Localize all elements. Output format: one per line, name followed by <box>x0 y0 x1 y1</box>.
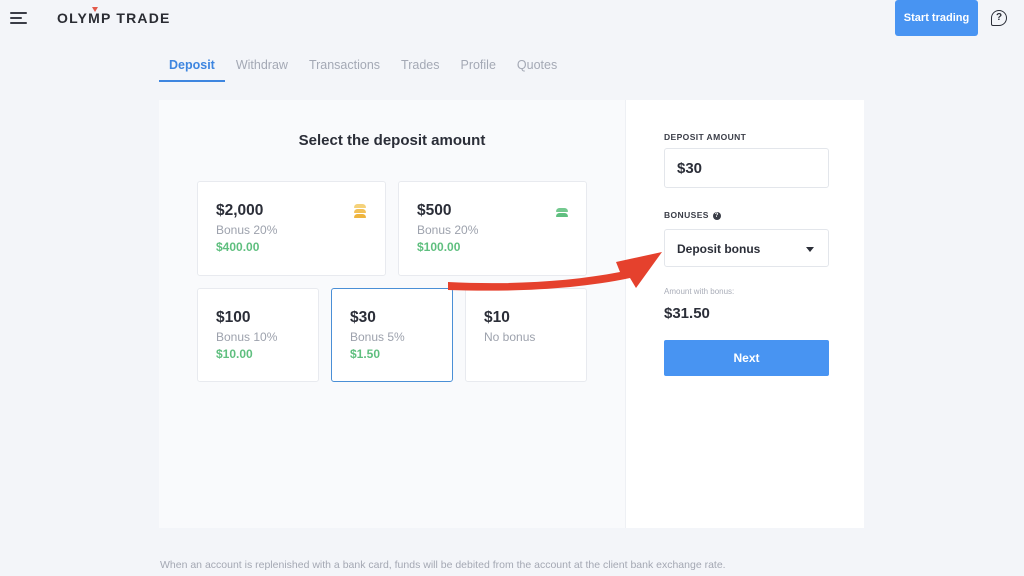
green-rank-icon <box>556 208 570 218</box>
amount-selection-panel: Select the deposit amount $2,000 Bonus 2… <box>159 100 625 528</box>
amount-option-500[interactable]: $500 Bonus 20% $100.00 <box>398 181 587 276</box>
amount-option-2000[interactable]: $2,000 Bonus 20% $400.00 <box>197 181 386 276</box>
bonus-value: $400.00 <box>216 240 260 254</box>
next-button[interactable]: Next <box>664 340 829 376</box>
logo-text-part: P TRADE <box>100 10 171 26</box>
logo-text-part: M <box>88 10 101 26</box>
deposit-summary-panel: DEPOSIT AMOUNT BONUSES? Deposit bonus Am… <box>625 100 864 528</box>
bonus-selected-value: Deposit bonus <box>677 242 761 256</box>
amount-value: $30 <box>350 309 376 326</box>
tab-deposit[interactable]: Deposit <box>159 56 225 82</box>
tab-profile[interactable]: Profile <box>450 56 505 82</box>
bonuses-label-text: BONUSES <box>664 210 709 220</box>
bonus-percent: Bonus 20% <box>216 223 278 237</box>
bonus-value: $100.00 <box>417 240 461 254</box>
hamburger-menu-icon[interactable] <box>10 12 28 26</box>
bonus-select[interactable]: Deposit bonus <box>664 229 829 267</box>
bonuses-label: BONUSES? <box>664 210 721 220</box>
caret-down-icon <box>806 247 814 252</box>
bonus-value: $10.00 <box>216 347 253 361</box>
olymp-trade-logo[interactable]: OLYMP TRADE <box>57 10 171 26</box>
amount-option-30-selected[interactable]: $30 Bonus 5% $1.50 <box>331 288 453 382</box>
logo-text-part: OLY <box>57 10 89 26</box>
amount-value: $10 <box>484 309 510 326</box>
amount-option-10[interactable]: $10 No bonus <box>465 288 587 382</box>
bonus-percent: Bonus 20% <box>417 223 479 237</box>
bonus-percent: Bonus 5% <box>350 330 405 344</box>
amount-value: $500 <box>417 202 452 219</box>
amount-with-bonus-value: $31.50 <box>664 305 710 322</box>
gold-rank-icon <box>354 204 368 219</box>
amount-option-100[interactable]: $100 Bonus 10% $10.00 <box>197 288 319 382</box>
deposit-amount-input[interactable] <box>664 148 829 188</box>
amount-value: $100 <box>216 309 251 326</box>
amount-with-bonus-label: Amount with bonus: <box>664 287 735 296</box>
info-icon[interactable]: ? <box>712 212 721 220</box>
bonus-value: $1.50 <box>350 347 381 361</box>
tab-withdraw[interactable]: Withdraw <box>226 56 298 82</box>
start-trading-button[interactable]: Start trading <box>895 0 978 36</box>
tab-quotes[interactable]: Quotes <box>507 56 567 82</box>
tab-transactions[interactable]: Transactions <box>299 56 390 82</box>
bonus-percent: No bonus <box>484 330 536 344</box>
section-title: Select the deposit amount <box>298 132 486 149</box>
bank-card-footnote: When an account is replenished with a ba… <box>160 559 726 571</box>
top-header: OLYMP TRADE Start trading ? <box>0 0 1024 40</box>
tab-trades[interactable]: Trades <box>391 56 449 82</box>
deposit-panel: Select the deposit amount $2,000 Bonus 2… <box>159 100 864 528</box>
bonus-percent: Bonus 10% <box>216 330 278 344</box>
help-question-icon[interactable]: ? <box>991 10 1007 26</box>
account-tabs: Deposit Withdraw Transactions Trades Pro… <box>159 56 568 82</box>
amount-value: $2,000 <box>216 202 264 219</box>
deposit-amount-label: DEPOSIT AMOUNT <box>664 132 747 142</box>
